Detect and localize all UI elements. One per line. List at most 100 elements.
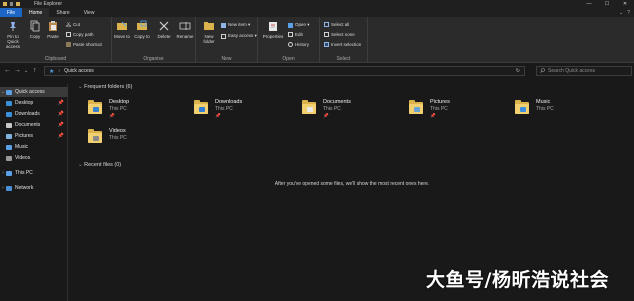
pin-icon: 📌: [430, 113, 436, 118]
pin-to-quick-access-button[interactable]: Pin to Quick access: [1, 20, 25, 49]
paste-shortcut-icon: [66, 42, 71, 47]
pin-icon: 📌: [215, 113, 221, 118]
folder-name: Music: [536, 99, 551, 105]
sidebar-item-network[interactable]: › Network: [0, 183, 68, 193]
copy-button[interactable]: Copy: [27, 20, 43, 39]
copy-path-label: Copy path: [73, 32, 94, 37]
folder-name: Desktop: [109, 99, 130, 105]
sidebar-item-music[interactable]: Music: [0, 142, 68, 152]
folder-tile-videos[interactable]: Videos This PC: [88, 127, 188, 157]
select-all-label: Select all: [331, 22, 350, 27]
folder-location: This PC: [323, 106, 341, 112]
invert-selection-icon: [324, 42, 329, 47]
copy-icon: [29, 20, 41, 32]
new-folder-icon: [203, 20, 215, 32]
folder-icon: [409, 100, 423, 114]
sidebar-item-videos[interactable]: Videos: [0, 153, 68, 163]
copy-to-button[interactable]: Copy to: [134, 20, 150, 39]
refresh-button[interactable]: ↻: [516, 68, 520, 74]
folder-tile-documents[interactable]: Documents This PC 📌: [302, 98, 402, 128]
folder-location: This PC: [536, 106, 554, 112]
folder-tile-downloads[interactable]: Downloads This PC 📌: [194, 98, 294, 128]
easy-access-label: Easy access ▾: [228, 33, 257, 38]
organise-group-label: Organise: [143, 56, 164, 62]
undo-icon[interactable]: [10, 2, 13, 6]
back-button[interactable]: ←: [4, 67, 11, 74]
folder-tile-desktop[interactable]: Desktop This PC 📌: [88, 98, 188, 128]
folder-name: Documents: [323, 99, 351, 105]
easy-access-icon: [221, 33, 226, 39]
delete-button[interactable]: Delete: [156, 20, 172, 39]
tab-file[interactable]: File: [0, 8, 22, 17]
search-input[interactable]: Search Quick access: [536, 66, 632, 76]
properties-button[interactable]: Properties: [262, 20, 284, 39]
new-folder-label: New folder: [203, 34, 215, 44]
tab-share[interactable]: Share: [49, 8, 76, 17]
recent-files-heading[interactable]: ⌄ Recent files (0): [78, 162, 121, 168]
close-button[interactable]: ✕: [616, 0, 634, 8]
pin-icon: [7, 20, 19, 32]
tab-view[interactable]: View: [77, 8, 102, 17]
folder-icon[interactable]: [3, 2, 7, 6]
edit-icon: [288, 32, 293, 37]
sidebar-item-pictures[interactable]: Pictures 📌: [0, 131, 68, 141]
address-bar[interactable]: ★ › Quick access ↻: [44, 66, 525, 76]
sidebar-item-label: Network: [15, 185, 34, 191]
pin-icon: 📌: [323, 113, 329, 118]
pin-icon: 📌: [57, 122, 64, 128]
sidebar-item-this-pc[interactable]: › This PC: [0, 168, 68, 178]
help-icon[interactable]: ?: [627, 10, 630, 16]
folder-location: This PC: [430, 106, 448, 112]
rename-label: Rename: [176, 34, 194, 39]
address-bar-area: ← → ⌄ ↑ ★ › Quick access ↻ Search Quick …: [0, 63, 634, 79]
sidebar-item-documents[interactable]: Documents 📌: [0, 120, 68, 130]
empty-recent-message: After you've opened some files, we'll sh…: [274, 181, 430, 187]
copy-to-label: Copy to: [134, 34, 150, 39]
forward-button[interactable]: →: [14, 67, 21, 74]
pin-icon: 📌: [57, 100, 64, 106]
minimize-button[interactable]: —: [580, 0, 598, 8]
delete-icon: [158, 20, 170, 32]
open-button[interactable]: Open ▾: [288, 22, 310, 28]
folder-tile-music[interactable]: Music This PC: [515, 98, 615, 128]
select-none-icon: [324, 32, 329, 37]
pin-icon: 📌: [57, 111, 64, 117]
paste-button[interactable]: Paste: [45, 20, 61, 39]
open-group-label: Open: [282, 56, 295, 62]
invert-selection-button[interactable]: Invert selection: [324, 42, 361, 47]
sidebar-item-desktop[interactable]: Desktop 📌: [0, 98, 68, 108]
new-folder-button[interactable]: New folder: [200, 20, 218, 44]
expand-ribbon-icon[interactable]: ⌄: [619, 10, 623, 16]
ribbon-tabs: File Home Share View ⌄ ?: [0, 8, 634, 17]
frequent-folders-heading[interactable]: ⌄ Frequent folders (6): [78, 84, 132, 90]
documents-icon: [6, 122, 12, 128]
folder-location: This PC: [109, 106, 127, 112]
new-item-label: New item ▾: [228, 22, 251, 27]
paste-label: Paste: [47, 34, 59, 39]
rename-button[interactable]: Rename: [175, 20, 195, 39]
breadcrumb-quick-access[interactable]: Quick access: [64, 68, 94, 74]
select-all-button[interactable]: Select all: [324, 22, 349, 27]
select-none-button[interactable]: Select none: [324, 32, 355, 37]
tab-home[interactable]: Home: [22, 8, 50, 17]
recent-locations-button[interactable]: ⌄: [24, 68, 28, 74]
folder-tile-pictures[interactable]: Pictures This PC 📌: [409, 98, 509, 128]
edit-button[interactable]: Edit: [288, 32, 303, 37]
folder-icon: [515, 100, 529, 114]
new-item-button[interactable]: New item ▾: [221, 22, 250, 28]
move-to-button[interactable]: Move to: [114, 20, 130, 39]
up-button[interactable]: ↑: [33, 67, 37, 74]
maximize-button[interactable]: ☐: [598, 0, 616, 8]
sidebar-item-quick-access[interactable]: ⌄ Quick access: [0, 87, 68, 97]
easy-access-button[interactable]: Easy access ▾: [221, 33, 257, 39]
select-all-icon: [324, 22, 329, 27]
new-folder-icon[interactable]: [16, 2, 20, 6]
copy-path-button[interactable]: Copy path: [66, 32, 94, 37]
paste-shortcut-button[interactable]: Paste shortcut: [66, 42, 102, 47]
history-button[interactable]: History: [288, 42, 309, 47]
sidebar-item-downloads[interactable]: Downloads 📌: [0, 109, 68, 119]
cut-button[interactable]: Cut: [66, 22, 80, 28]
sidebar-item-label: Documents: [15, 122, 41, 128]
music-icon: [6, 144, 12, 150]
properties-icon: [267, 20, 279, 32]
